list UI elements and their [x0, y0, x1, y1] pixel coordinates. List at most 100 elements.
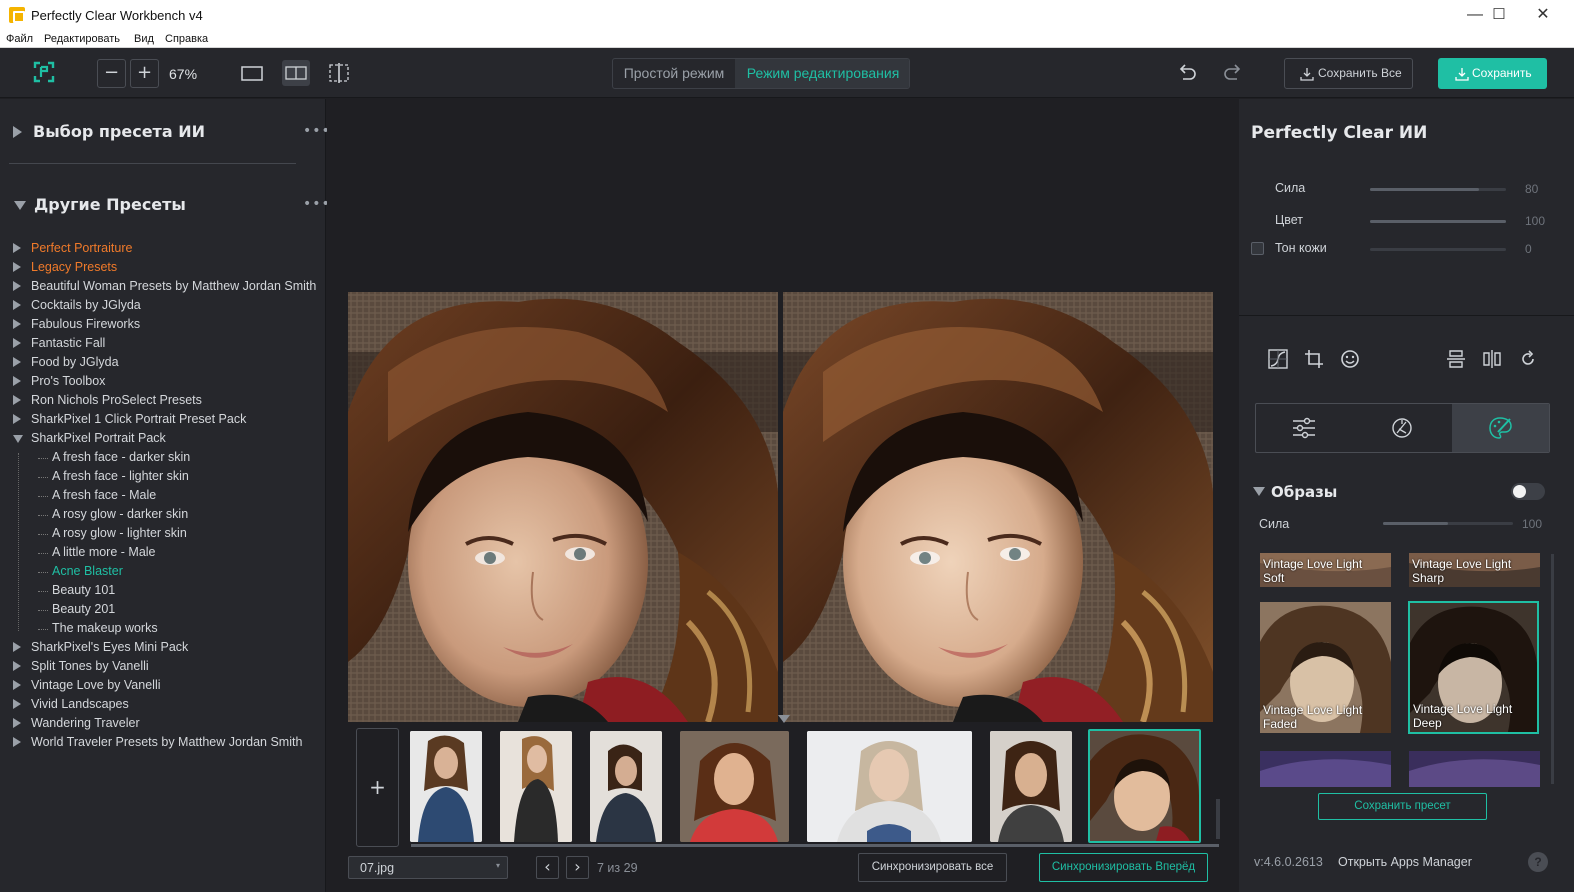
- ai-preset-title[interactable]: Выбор пресета ИИ: [33, 122, 205, 141]
- preset-item[interactable]: A fresh face - lighter skin: [0, 467, 326, 486]
- menu-help[interactable]: Справка: [165, 33, 208, 45]
- expand-arrow-icon[interactable]: [13, 395, 21, 405]
- prev-image-button[interactable]: ‹: [536, 856, 559, 879]
- expand-arrow-icon[interactable]: [13, 661, 21, 671]
- looks-toggle[interactable]: [1511, 483, 1545, 500]
- look-thumbnail[interactable]: [1260, 751, 1391, 787]
- redo-icon[interactable]: [1223, 63, 1243, 83]
- expand-arrow-icon[interactable]: [13, 357, 21, 367]
- expand-arrow-icon[interactable]: [13, 126, 22, 138]
- expand-arrow-icon[interactable]: [13, 699, 21, 709]
- expand-arrow-icon[interactable]: [13, 414, 21, 424]
- menu-edit[interactable]: Редактировать: [44, 33, 120, 45]
- face-icon[interactable]: [1340, 349, 1360, 369]
- next-image-button[interactable]: ›: [566, 856, 589, 879]
- rotate-icon[interactable]: [1518, 349, 1538, 369]
- save-preset-button[interactable]: Сохранить пресет: [1318, 793, 1487, 820]
- save-button[interactable]: Сохранить: [1438, 58, 1547, 89]
- expand-arrow-icon[interactable]: [13, 243, 21, 253]
- help-button[interactable]: ?: [1528, 852, 1548, 872]
- expand-arrow-icon[interactable]: [13, 737, 21, 747]
- preset-item[interactable]: A fresh face - Male: [0, 486, 326, 505]
- preset-group-item[interactable]: Vivid Landscapes: [0, 695, 326, 714]
- collapse-arrow-icon[interactable]: [14, 201, 26, 210]
- app-brand-icon[interactable]: [33, 61, 55, 83]
- tab-ai-scene[interactable]: [1354, 404, 1452, 452]
- split-view-icon[interactable]: [327, 63, 351, 83]
- preset-group-item[interactable]: Fantastic Fall: [0, 334, 326, 353]
- preset-group-item[interactable]: SharkPixel Portrait Pack: [0, 429, 326, 448]
- zoom-in-button[interactable]: +: [130, 59, 159, 88]
- preset-group-item[interactable]: Perfect Portraiture: [0, 239, 326, 258]
- preset-group-item[interactable]: SharkPixel's Eyes Mini Pack: [0, 638, 326, 657]
- filmstrip-thumbnail[interactable]: [500, 731, 572, 842]
- maximize-button[interactable]: ☐: [1476, 0, 1522, 31]
- preset-group-item[interactable]: Beautiful Woman Presets by Matthew Jorda…: [0, 277, 326, 296]
- preset-item[interactable]: Beauty 201: [0, 600, 326, 619]
- file-select[interactable]: 07.jpg ▾: [348, 856, 508, 879]
- preset-group-item[interactable]: Vintage Love by Vanelli: [0, 676, 326, 695]
- preset-item[interactable]: A rosy glow - lighter skin: [0, 524, 326, 543]
- collapse-arrow-icon[interactable]: [13, 435, 23, 443]
- filmstrip-thumbnail[interactable]: [680, 731, 789, 842]
- looks-collapse-icon[interactable]: [1253, 487, 1265, 496]
- preset-group-item[interactable]: Fabulous Fireworks: [0, 315, 326, 334]
- preset-item[interactable]: A rosy glow - darker skin: [0, 505, 326, 524]
- preset-item[interactable]: Acne Blaster: [0, 562, 326, 581]
- filmstrip-thumbnail[interactable]: [590, 731, 662, 842]
- single-view-icon[interactable]: [241, 66, 263, 81]
- edit-mode-tab[interactable]: Режим редактирования: [735, 59, 909, 88]
- filmstrip-thumbnail[interactable]: [807, 731, 972, 842]
- apps-manager-link[interactable]: Открыть Apps Manager: [1338, 855, 1472, 869]
- expand-arrow-icon[interactable]: [13, 319, 21, 329]
- menu-view[interactable]: Вид: [134, 33, 154, 45]
- preset-group-item[interactable]: Food by JGlyda: [0, 353, 326, 372]
- ai-slider[interactable]: [1370, 248, 1506, 251]
- flip-vertical-icon[interactable]: [1446, 349, 1466, 369]
- preset-item[interactable]: The makeup works: [0, 619, 326, 638]
- preset-group-item[interactable]: Split Tones by Vanelli: [0, 657, 326, 676]
- filmstrip-scrollbar[interactable]: [411, 844, 1219, 847]
- filmstrip-scroll-thumb[interactable]: [411, 844, 1219, 847]
- other-presets-title[interactable]: Другие Пресеты: [34, 195, 186, 214]
- skin-tone-checkbox[interactable]: [1251, 242, 1264, 255]
- preset-group-item[interactable]: SharkPixel 1 Click Portrait Preset Pack: [0, 410, 326, 429]
- preset-group-item[interactable]: Pro's Toolbox: [0, 372, 326, 391]
- curves-icon[interactable]: [1268, 349, 1288, 369]
- expand-arrow-icon[interactable]: [13, 642, 21, 652]
- preset-group-item[interactable]: Cocktails by JGlyda: [0, 296, 326, 315]
- look-thumbnail[interactable]: Vintage Love Light Faded: [1260, 602, 1391, 733]
- expand-arrow-icon[interactable]: [13, 376, 21, 386]
- side-by-side-view-button[interactable]: [282, 60, 310, 86]
- tab-looks[interactable]: [1452, 404, 1549, 452]
- preset-item[interactable]: Beauty 101: [0, 581, 326, 600]
- preset-group-item[interactable]: World Traveler Presets by Matthew Jordan…: [0, 733, 326, 752]
- add-image-button[interactable]: +: [356, 728, 399, 847]
- preset-item[interactable]: A little more - Male: [0, 543, 326, 562]
- zoom-out-button[interactable]: −: [97, 59, 126, 88]
- expand-arrow-icon[interactable]: [13, 718, 21, 728]
- expand-arrow-icon[interactable]: [13, 338, 21, 348]
- look-thumbnail[interactable]: [1409, 751, 1540, 787]
- preset-item[interactable]: A fresh face - darker skin: [0, 448, 326, 467]
- flip-horizontal-icon[interactable]: [1482, 349, 1502, 369]
- expand-arrow-icon[interactable]: [13, 262, 21, 272]
- expand-arrow-icon[interactable]: [13, 300, 21, 310]
- preset-group-item[interactable]: Wandering Traveler: [0, 714, 326, 733]
- expand-arrow-icon[interactable]: [13, 281, 21, 291]
- save-all-button[interactable]: Сохранить Все: [1284, 58, 1413, 89]
- simple-mode-tab[interactable]: Простой режим: [613, 59, 735, 88]
- tab-adjustments[interactable]: [1256, 404, 1354, 452]
- ai-slider[interactable]: [1370, 188, 1506, 191]
- undo-icon[interactable]: [1177, 63, 1197, 83]
- look-thumbnail[interactable]: Vintage Love Light Sharp: [1409, 553, 1540, 587]
- look-thumbnail[interactable]: Vintage Love Light Soft: [1260, 553, 1391, 587]
- preset-group-item[interactable]: Legacy Presets: [0, 258, 326, 277]
- crop-icon[interactable]: [1304, 349, 1324, 369]
- ai-slider[interactable]: [1370, 220, 1506, 223]
- close-button[interactable]: ✕: [1520, 0, 1566, 31]
- expand-arrow-icon[interactable]: [13, 680, 21, 690]
- filmstrip-thumbnail-selected[interactable]: [1088, 729, 1201, 843]
- filmstrip-thumbnail[interactable]: [410, 731, 482, 842]
- sync-forward-button[interactable]: Синхронизировать Вперёд: [1039, 853, 1208, 882]
